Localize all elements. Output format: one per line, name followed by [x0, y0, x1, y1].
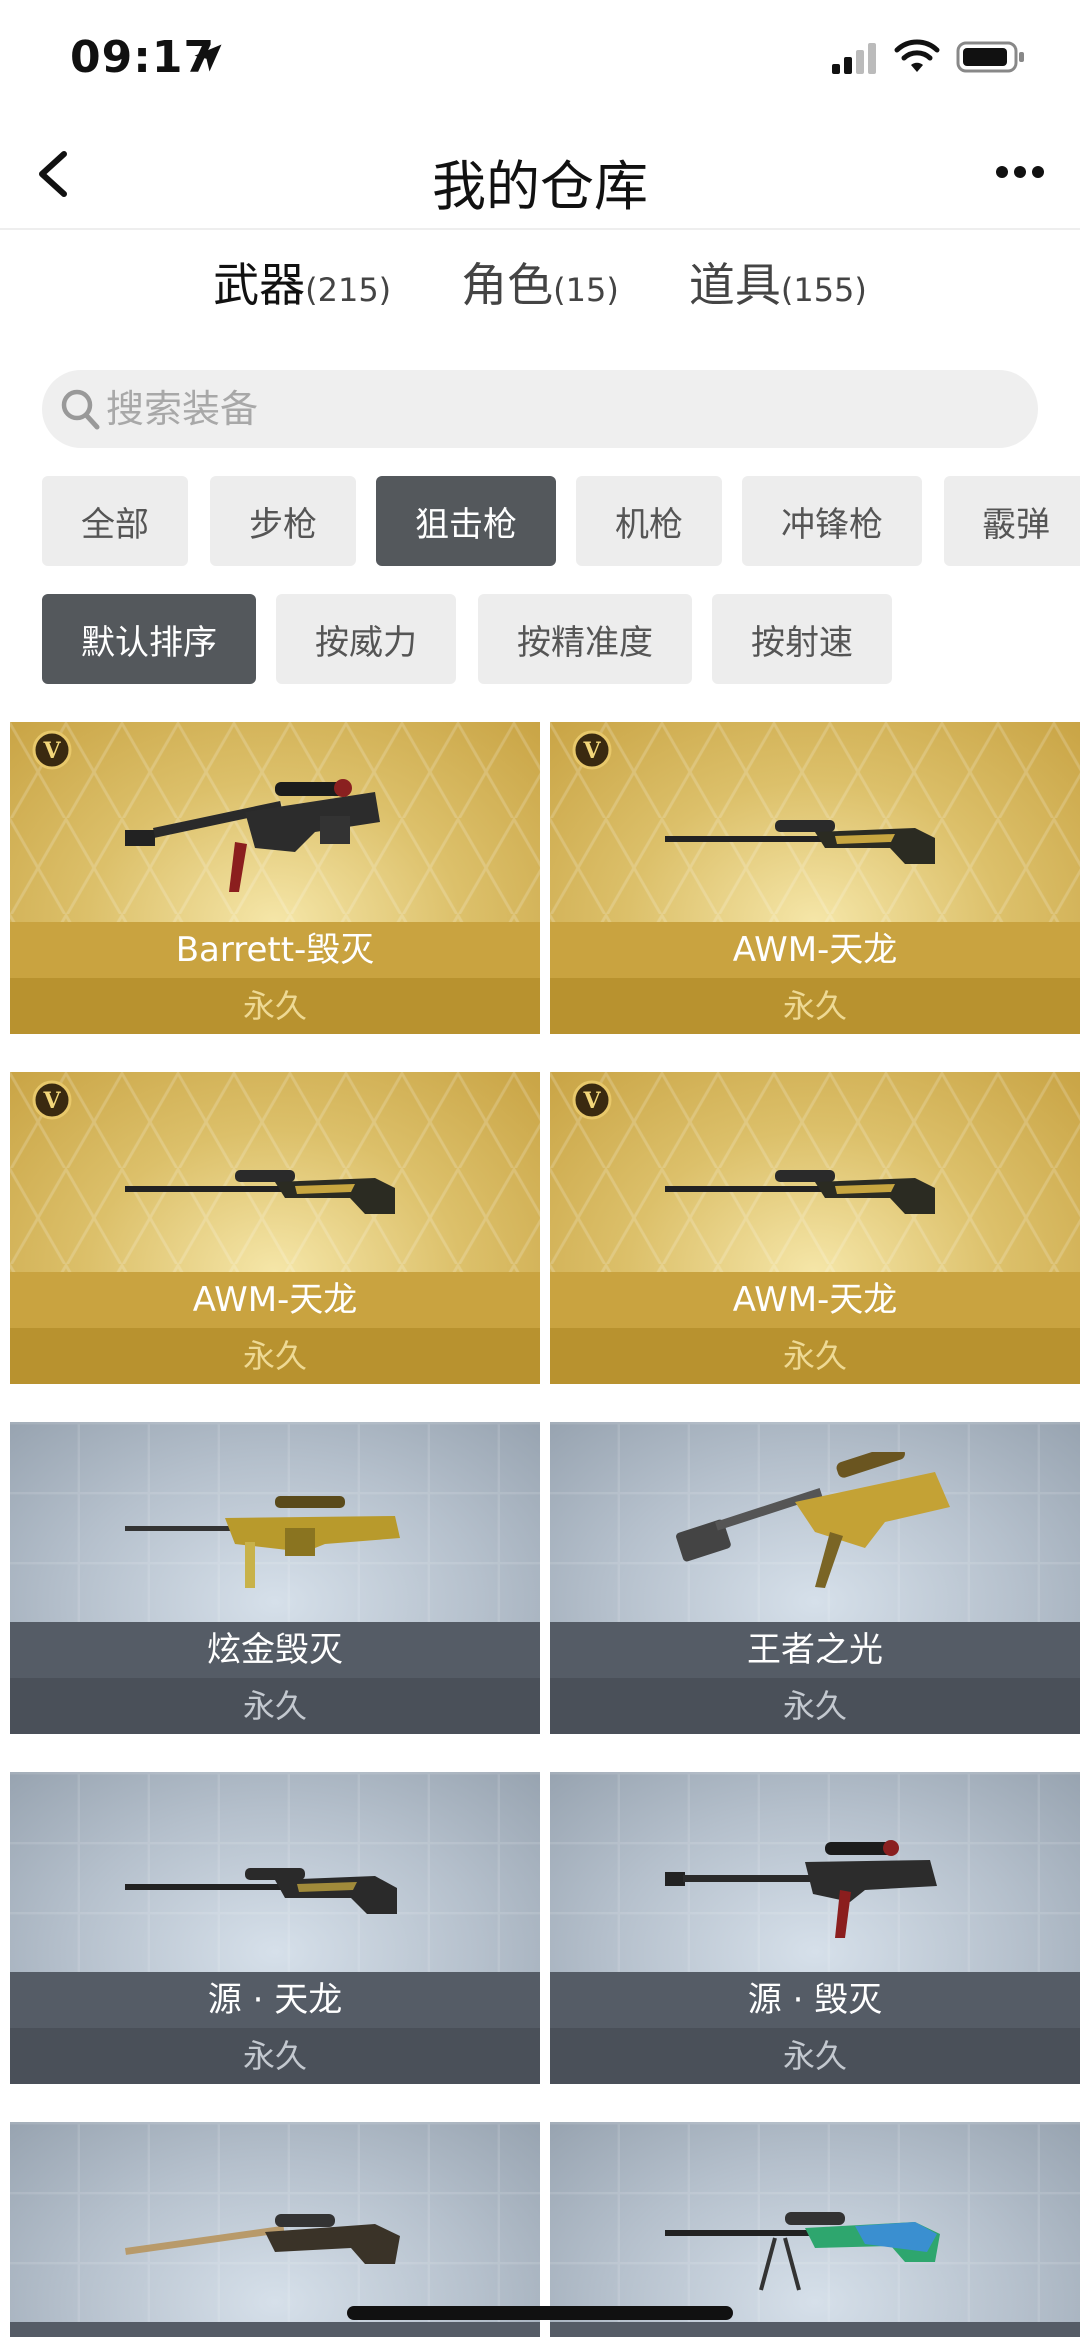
awm-rifle-icon: [125, 1170, 395, 1214]
sort-chip-power[interactable]: 按威力: [276, 594, 456, 684]
category-chip-sniper[interactable]: 狙击枪: [376, 476, 556, 566]
weapon-image-area: V: [10, 1072, 540, 1272]
weapon-name: [10, 2322, 540, 2337]
weapon-name: [550, 2322, 1080, 2337]
search-icon: [61, 389, 100, 430]
category-chip-rifle[interactable]: 步枪: [210, 476, 356, 566]
weapon-name: Barrett-毁灭: [10, 922, 540, 978]
category-chip-shotgun[interactable]: 霰弹: [944, 476, 1080, 566]
awm-rifle-icon: [665, 1170, 935, 1214]
vip-badge-icon: V: [32, 1080, 72, 1120]
weapon-image-area: [10, 2122, 540, 2322]
weapon-card[interactable]: V AWM-天龙 永久: [550, 722, 1080, 1034]
weapon-name: AWM-天龙: [550, 922, 1080, 978]
weapon-card[interactable]: 源 · 毁灭 永久: [550, 1772, 1080, 2084]
weapon-image-area: [10, 1422, 540, 1622]
barrett-rifle-icon: [665, 1840, 937, 1938]
weapon-image-area: V: [550, 1072, 1080, 1272]
weapon-name: 王者之光: [550, 1622, 1080, 1678]
sort-chip-fire-rate[interactable]: 按射速: [712, 594, 892, 684]
weapon-card[interactable]: [550, 2122, 1080, 2337]
weapon-name: 炫金毁灭: [10, 1622, 540, 1678]
sort-chip-default[interactable]: 默认排序: [42, 594, 256, 684]
weapon-card[interactable]: 王者之光 永久: [550, 1422, 1080, 1734]
tab-characters-count: (15): [553, 271, 619, 309]
gold-barrett-rifle-icon: [125, 1496, 400, 1588]
weapon-card[interactable]: [10, 2122, 540, 2337]
weapon-duration: 永久: [550, 1328, 1080, 1384]
weapon-name: AWM-天龙: [10, 1272, 540, 1328]
weapon-image-area: [10, 1772, 540, 1972]
search-input[interactable]: [106, 370, 1006, 448]
weapon-image-area: V: [550, 722, 1080, 922]
tab-weapons[interactable]: 武器(215): [213, 249, 391, 315]
location-arrow-icon: [194, 44, 222, 72]
weapon-duration: 永久: [10, 2028, 540, 2084]
weapon-card[interactable]: V AWM-天龙 永久: [550, 1072, 1080, 1384]
category-filter-row: 全部 步枪 狙击枪 机枪 冲锋枪 霰弹: [42, 476, 1080, 566]
tab-items[interactable]: 道具(155): [689, 249, 867, 315]
cellular-signal-icon: [832, 43, 876, 74]
weapon-card[interactable]: 源 · 天龙 永久: [10, 1772, 540, 2084]
more-options-icon[interactable]: [995, 158, 1045, 186]
category-chip-machine-gun[interactable]: 机枪: [576, 476, 722, 566]
weapon-duration: 永久: [10, 1328, 540, 1384]
vip-badge-icon: V: [32, 730, 72, 770]
weapon-name: 源 · 毁灭: [550, 1972, 1080, 2028]
awm-rifle-icon: [125, 1868, 397, 1914]
weapon-duration: 永久: [550, 1678, 1080, 1734]
tab-items-label: 道具: [688, 258, 781, 312]
home-indicator[interactable]: [347, 2306, 733, 2320]
tab-characters-label: 角色: [461, 258, 554, 312]
weapon-duration: 永久: [10, 978, 540, 1034]
weapon-image-area: [550, 1422, 1080, 1622]
sort-chip-accuracy[interactable]: 按精准度: [478, 594, 692, 684]
weapon-duration: 永久: [10, 1678, 540, 1734]
tab-characters[interactable]: 角色(15): [461, 249, 619, 315]
search-bar[interactable]: [42, 370, 1038, 448]
weapon-image-area: V: [10, 722, 540, 922]
svg-text:V: V: [42, 738, 61, 764]
sort-filter-row: 默认排序 按威力 按精准度 按射速: [42, 594, 1080, 684]
weapon-image-area: [550, 2122, 1080, 2322]
category-chip-smg[interactable]: 冲锋枪: [742, 476, 922, 566]
svg-text:V: V: [582, 738, 601, 764]
weapon-name: AWM-天龙: [550, 1272, 1080, 1328]
awm-rifle-icon: [665, 820, 935, 864]
awm-rifle-icon: [665, 2212, 940, 2291]
tab-weapons-label: 武器: [213, 258, 306, 312]
tab-items-count: (155): [780, 271, 867, 309]
battery-icon: [956, 41, 1024, 73]
vip-badge-icon: V: [572, 730, 612, 770]
weapon-card[interactable]: V Barrett-毁灭 永久: [10, 722, 540, 1034]
nav-bar: 我的仓库: [0, 120, 1080, 230]
weapon-image-area: [550, 1772, 1080, 1972]
weapon-card[interactable]: V AWM-天龙 永久: [10, 1072, 540, 1384]
tab-weapons-count: (215): [305, 271, 392, 309]
barrett-rifle-icon: [125, 779, 380, 892]
weapon-name: 源 · 天龙: [10, 1972, 540, 2028]
page-title: 我的仓库: [432, 155, 648, 218]
inventory-tabs: 武器(215) 角色(15) 道具(155): [0, 232, 1080, 332]
svg-text:V: V: [42, 1088, 61, 1114]
weapon-card[interactable]: 炫金毁灭 永久: [10, 1422, 540, 1734]
sniper-rifle-icon: [125, 2214, 400, 2264]
kings-light-rifle-icon: [676, 1452, 950, 1588]
weapon-duration: 永久: [550, 978, 1080, 1034]
wifi-icon: [894, 39, 940, 72]
weapon-duration: 永久: [550, 2028, 1080, 2084]
vip-badge-icon: V: [572, 1080, 612, 1120]
category-chip-all[interactable]: 全部: [42, 476, 188, 566]
status-bar: 09:17: [0, 0, 1080, 120]
svg-text:V: V: [582, 1088, 601, 1114]
